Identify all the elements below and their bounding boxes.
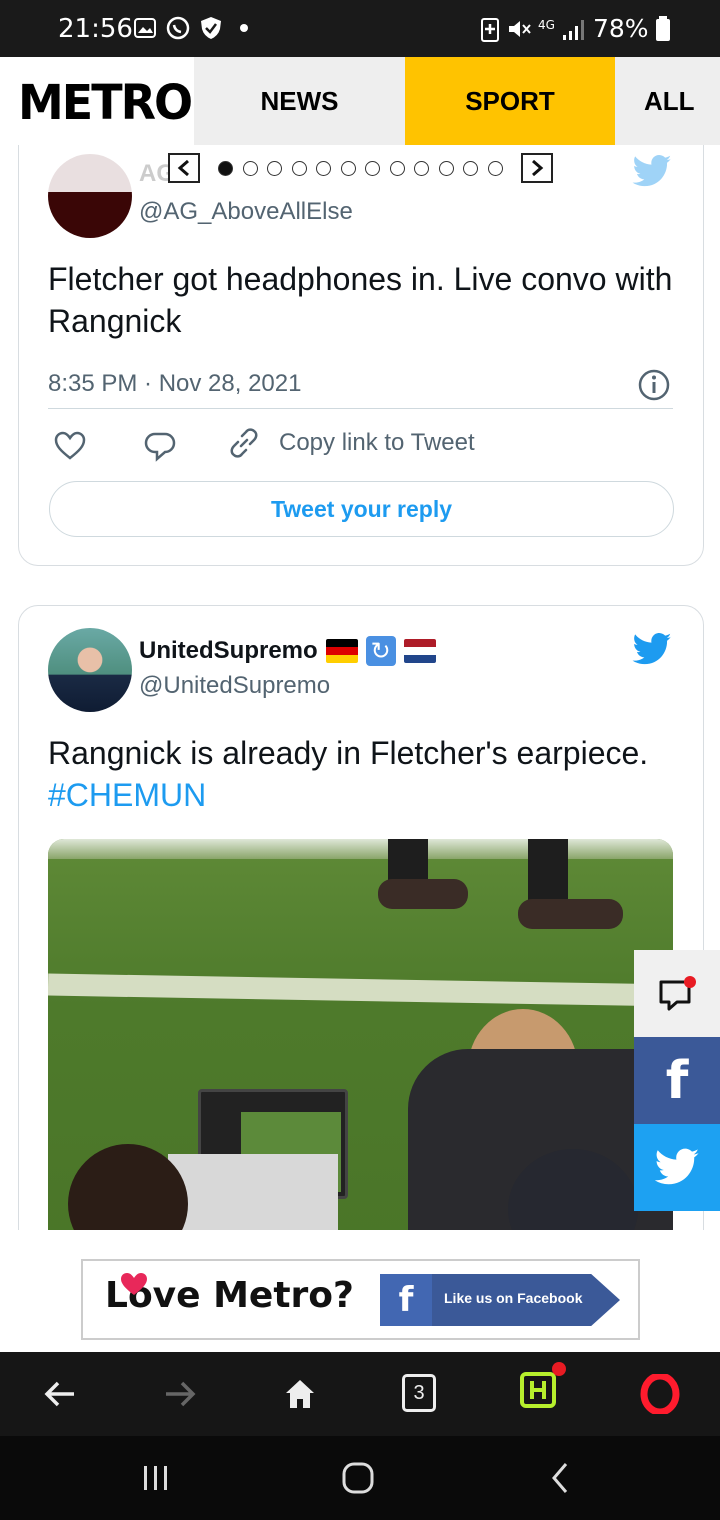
germany-flag-icon [325,639,358,663]
home-button-icon[interactable] [340,1460,376,1496]
tweet-text: Fletcher got headphones in. Live convo w… [48,261,673,339]
netherlands-flag-icon [403,639,436,663]
whatsapp-icon [166,16,190,40]
facebook-like-label: Like us on Facebook [444,1290,583,1306]
carousel-dot[interactable] [438,160,454,176]
tweet-card-1[interactable]: AG @AG_AboveAllElse Fletcher got headpho… [18,145,704,566]
facebook-share-button[interactable]: f [634,1037,720,1124]
top-nav: METRO NEWS SPORT ALL [0,57,720,145]
pitch-line [48,839,673,859]
facebook-icon: f [380,1274,432,1326]
recent-apps-icon[interactable] [140,1462,172,1494]
tab-count: 3 [413,1382,425,1404]
shoe [518,899,623,929]
gallery-icon [134,18,156,38]
comments-button[interactable] [634,950,720,1037]
tab-all[interactable]: ALL [615,57,720,145]
carousel-dots [218,160,503,176]
carousel-dot[interactable] [242,160,258,176]
avatar[interactable] [48,154,132,238]
hashtag-link[interactable]: #CHEMUN [48,777,206,813]
system-back-icon[interactable] [546,1460,574,1496]
refresh-emoji-icon: ↻ [365,636,396,666]
network-type: 4G [538,17,555,32]
status-time: 21:56 [58,14,133,44]
chevron-right-icon [531,159,543,177]
tweet-handle[interactable]: @UnitedSupremo [139,672,330,700]
twitter-bird-icon [654,1148,699,1184]
tweet-author[interactable]: UnitedSupremo ↻ [139,636,436,666]
info-icon[interactable] [637,368,671,402]
carousel-dot[interactable] [487,160,503,176]
carousel-dot[interactable] [463,160,478,176]
system-icons: 4G 78% [480,14,671,43]
carousel-dot[interactable] [340,160,356,176]
tweet-author-name: UnitedSupremo [139,637,318,664]
carousel-dot[interactable] [291,160,307,176]
tweet-card-2[interactable]: UnitedSupremo ↻ @UnitedSupremo Rangnick … [18,605,704,1230]
comment-icon [659,975,696,1010]
shield-icon [201,17,221,39]
signal-icon [562,19,584,40]
carousel-dot[interactable] [414,160,429,176]
tweet-handle[interactable]: @AG_AboveAllElse [139,198,353,226]
shoe [378,879,468,909]
battery-percent: 78% [592,14,649,43]
twitter-bird-icon[interactable] [631,154,673,190]
divider [48,408,673,409]
battery-icon [655,15,670,41]
carousel-nav [168,153,553,183]
copy-link-label: Copy link to Tweet [279,429,475,456]
carousel-dot[interactable] [218,160,233,176]
games-icon[interactable] [520,1362,566,1408]
tweet-photo[interactable] [48,839,673,1230]
facebook-like-button[interactable]: f Like us on Facebook [380,1274,620,1326]
seat [168,1154,338,1230]
twitter-bird-icon[interactable] [631,632,673,668]
tab-news[interactable]: NEWS [194,57,405,145]
carousel-dot[interactable] [267,160,282,176]
tab-sport-label: SPORT [465,85,555,116]
carousel-dot[interactable] [316,160,331,176]
carousel-next-button[interactable] [520,153,553,183]
carousel-dot[interactable] [389,160,405,176]
dot-icon [240,24,248,32]
tweet-reply-button[interactable]: Tweet your reply [49,481,674,537]
reply-bubble-icon[interactable] [143,430,177,464]
home-icon[interactable] [282,1376,318,1412]
system-nav-bar [0,1436,720,1520]
tabs-button[interactable]: 3 [402,1374,436,1412]
carousel-prev-button[interactable] [168,153,200,183]
browser-toolbar: 3 [0,1352,720,1436]
metro-logo[interactable]: METRO [18,74,193,131]
pitch-line [48,973,673,1007]
carousel-dot[interactable] [365,160,380,176]
status-bar: 21:56 4G 78% [0,0,720,57]
opera-menu-icon[interactable] [640,1374,680,1414]
tab-news-label: NEWS [260,85,339,116]
tweet-timestamp[interactable]: 8:35 PM · Nov 28, 2021 [48,370,301,398]
copy-link-button[interactable]: Copy link to Tweet [227,426,475,460]
twitter-share-button[interactable] [634,1124,720,1211]
article-body: AG @AG_AboveAllElse Fletcher got headpho… [0,145,720,1230]
love-metro-banner[interactable]: Love Metro? f Like us on Facebook [81,1259,640,1340]
forward-arrow-icon[interactable] [162,1378,198,1410]
chevron-left-icon [177,159,189,177]
tab-sport[interactable]: SPORT [405,57,615,145]
back-arrow-icon[interactable] [42,1378,78,1410]
tweet-text-body: Rangnick is already in Fletcher's earpie… [48,735,649,771]
tweet-text: Rangnick is already in Fletcher's earpie… [48,732,673,816]
battery-saver-icon [481,17,499,42]
mute-icon [509,20,531,37]
notification-icons [134,16,248,40]
link-icon [230,428,258,458]
facebook-icon: f [665,1050,689,1111]
avatar[interactable] [48,628,132,712]
tab-all-label: ALL [644,85,695,116]
heart-icon[interactable] [53,430,87,462]
heart-icon [121,1273,147,1295]
